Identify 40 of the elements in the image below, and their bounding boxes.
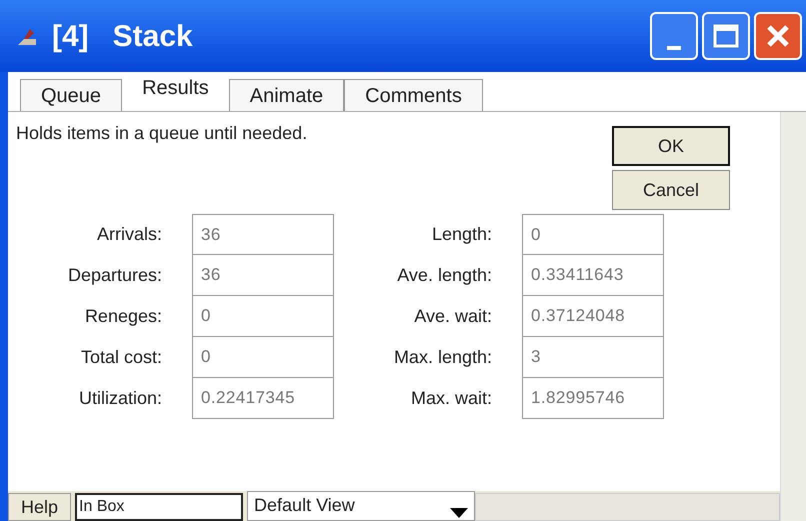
- close-button[interactable]: [754, 12, 802, 60]
- caret-icon: [450, 508, 468, 518]
- stat-label: Total cost:: [80, 346, 163, 369]
- dialog-button[interactable]: Cancel: [612, 170, 730, 210]
- stat-field[interactable]: 0: [192, 337, 334, 378]
- tab[interactable]: Animate: [228, 79, 344, 111]
- stat-field[interactable]: 36: [192, 255, 334, 296]
- minimize-icon: [667, 46, 681, 50]
- view-dropdown[interactable]: Default View: [247, 491, 476, 521]
- input-field[interactable]: In Box: [75, 493, 244, 521]
- vertical-scrollbar[interactable]: [780, 112, 806, 521]
- stat-label: Length:: [430, 223, 493, 246]
- maximize-icon: [713, 24, 739, 48]
- close-icon: [765, 23, 791, 49]
- horizontal-scrollbar[interactable]: [475, 493, 780, 521]
- stat-label: Max. wait:: [410, 387, 493, 410]
- help-button[interactable]: Help: [8, 493, 72, 521]
- stat-label: Ave. length:: [396, 264, 493, 287]
- stat-field[interactable]: 0: [192, 296, 334, 337]
- dialog-button[interactable]: OK: [612, 126, 730, 166]
- tab[interactable]: Queue: [20, 79, 122, 111]
- stat-field[interactable]: 0.22417345: [192, 378, 334, 419]
- stat-field[interactable]: 0.33411643: [522, 255, 664, 296]
- maximize-button[interactable]: [702, 12, 750, 60]
- stat-field[interactable]: 0: [522, 214, 664, 255]
- stat-field[interactable]: 1.82995746: [522, 378, 664, 419]
- stat-field[interactable]: 36: [192, 214, 334, 255]
- stat-label: Arrivals:: [96, 223, 163, 246]
- stat-label: Utilization:: [78, 387, 163, 410]
- stat-field[interactable]: 0.37124048: [522, 296, 664, 337]
- window-number: [4]: [52, 18, 89, 54]
- window-title: Stack: [112, 18, 193, 54]
- stat-label: Reneges:: [84, 305, 163, 328]
- tab[interactable]: Comments: [344, 79, 483, 111]
- stat-label: Departures:: [66, 264, 163, 287]
- stat-label: Max. length:: [392, 346, 493, 369]
- minimize-button[interactable]: [650, 12, 698, 60]
- stat-label: Ave. wait:: [413, 305, 493, 328]
- stat-field[interactable]: 3: [522, 337, 664, 378]
- description: Holds items in a queue until needed.: [16, 122, 308, 145]
